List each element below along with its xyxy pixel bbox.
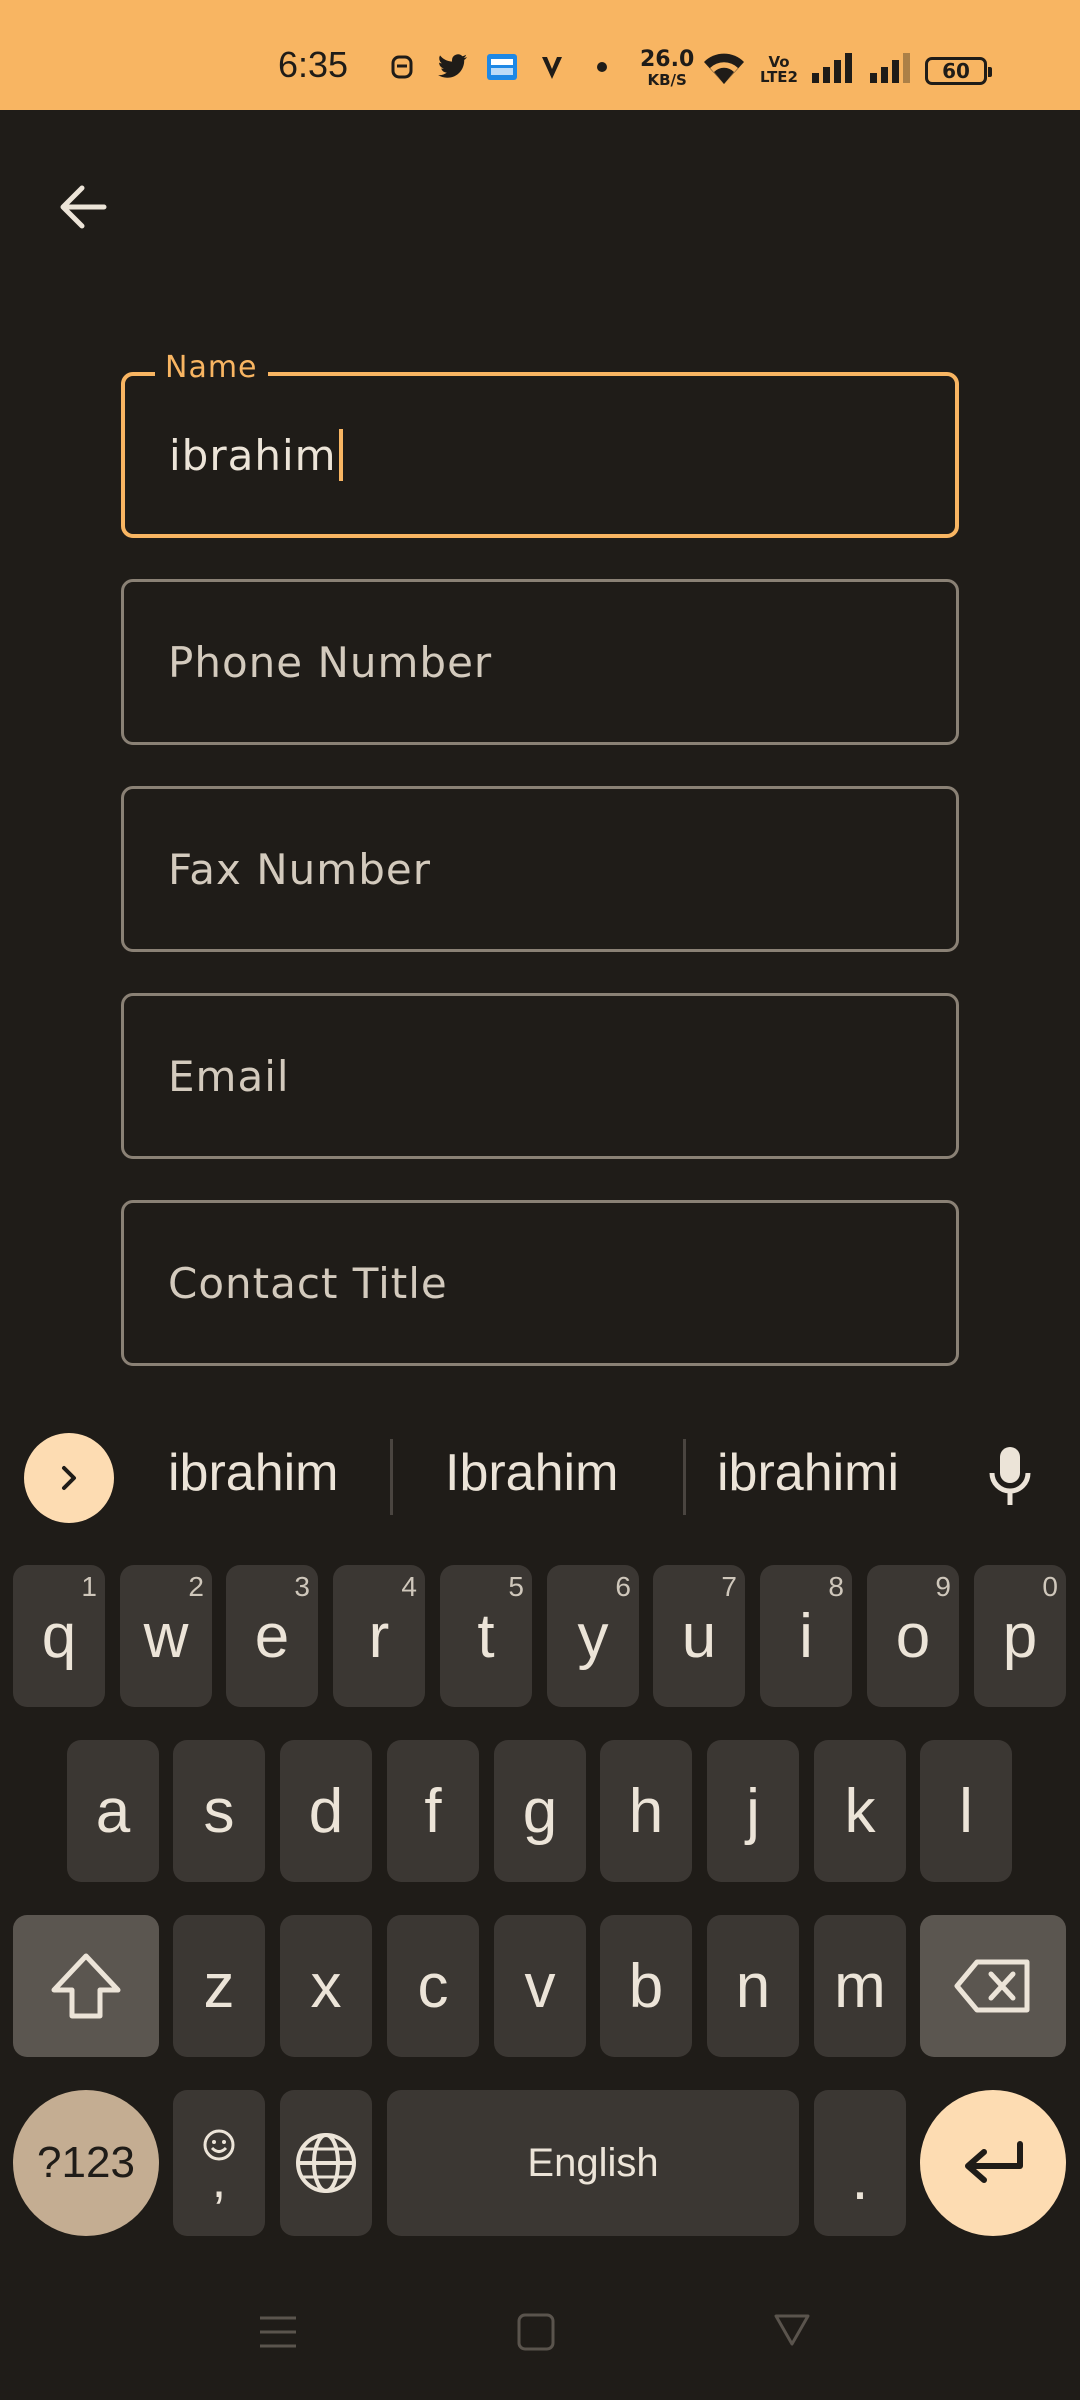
menu-lines-icon — [260, 2316, 296, 2348]
home-button[interactable] — [516, 2310, 556, 2358]
key-h[interactable]: h — [600, 1740, 692, 1882]
connectivity-icons: Vo LTE2 — [700, 50, 914, 90]
back-button[interactable] — [52, 175, 116, 239]
text-cursor — [338, 429, 343, 481]
emoji-comma-key[interactable]: , — [173, 2090, 265, 2236]
expand-toolbar-button[interactable] — [24, 1433, 114, 1523]
key-k[interactable]: k — [814, 1740, 906, 1882]
suggestion-3[interactable]: ibrahimi — [717, 1443, 899, 1503]
key-j[interactable]: j — [707, 1740, 799, 1882]
fax-number-field[interactable]: Fax Number — [121, 786, 959, 952]
signal-2-icon — [868, 51, 914, 89]
recent-apps-button[interactable] — [258, 2310, 298, 2358]
voice-input-button[interactable] — [985, 1443, 1035, 1513]
fax-number-placeholder: Fax Number — [168, 844, 431, 894]
key-w[interactable]: w2 — [120, 1565, 212, 1707]
network-speed: 26.0 KB/S — [640, 47, 695, 90]
key-z[interactable]: z — [173, 1915, 265, 2057]
key-m[interactable]: m — [814, 1915, 906, 2057]
name-field[interactable]: Name ibrahim — [121, 350, 959, 538]
language-key[interactable] — [280, 2090, 372, 2236]
key-u[interactable]: u7 — [653, 1565, 745, 1707]
suggestion-divider — [683, 1439, 686, 1515]
contact-title-placeholder: Contact Title — [168, 1258, 448, 1308]
key-q[interactable]: q1 — [13, 1565, 105, 1707]
key-o[interactable]: o9 — [867, 1565, 959, 1707]
email-placeholder: Email — [168, 1051, 290, 1101]
key-l[interactable]: l — [920, 1740, 1012, 1882]
key-d[interactable]: d — [280, 1740, 372, 1882]
key-f[interactable]: f — [387, 1740, 479, 1882]
triangle-icon — [774, 2314, 810, 2346]
key-y[interactable]: y6 — [547, 1565, 639, 1707]
period-key[interactable]: . — [814, 2090, 906, 2236]
globe-icon — [296, 2133, 356, 2193]
chevron-right-icon — [62, 1466, 76, 1490]
shift-arrow-icon — [51, 1953, 121, 2019]
square-icon — [517, 2313, 555, 2351]
suggestion-divider — [390, 1439, 393, 1515]
key-b[interactable]: b — [600, 1915, 692, 2057]
key-a[interactable]: a — [67, 1740, 159, 1882]
key-c[interactable]: c — [387, 1915, 479, 2057]
space-key[interactable]: English — [387, 2090, 799, 2236]
backspace-key[interactable] — [920, 1915, 1066, 2057]
back-nav-button[interactable] — [772, 2310, 812, 2358]
symbols-key[interactable]: ?123 — [13, 2090, 159, 2236]
notification-icons — [385, 50, 619, 84]
suggestion-bar: ibrahim Ibrahim ibrahimi — [0, 1405, 1080, 1545]
key-g[interactable]: g — [494, 1740, 586, 1882]
dot-icon — [585, 50, 619, 84]
arrow-left-icon — [60, 185, 107, 229]
battery-indicator: 60 — [925, 57, 992, 85]
contact-title-field[interactable]: Contact Title — [121, 1200, 959, 1366]
enter-key[interactable] — [920, 2090, 1066, 2236]
name-field-value: ibrahim — [169, 430, 337, 480]
key-n[interactable]: n — [707, 1915, 799, 2057]
navigation-bar — [0, 2280, 1080, 2400]
key-r[interactable]: r4 — [333, 1565, 425, 1707]
key-s[interactable]: s — [173, 1740, 265, 1882]
wifi-icon — [700, 50, 748, 90]
microphone-icon — [989, 1447, 1031, 1505]
key-e[interactable]: e3 — [226, 1565, 318, 1707]
app-notification-icon — [385, 50, 419, 84]
suggestion-1[interactable]: ibrahim — [168, 1443, 339, 1503]
signal-1-icon — [810, 51, 856, 89]
phone-number-placeholder: Phone Number — [168, 637, 493, 687]
twitter-icon — [435, 50, 469, 84]
key-x[interactable]: x — [280, 1915, 372, 2057]
suggestion-2[interactable]: Ibrahim — [445, 1443, 618, 1503]
key-v[interactable]: v — [494, 1915, 586, 2057]
keyboard: ibrahim Ibrahim ibrahimi q1 w2 e3 r4 t5 … — [0, 1405, 1080, 2400]
key-t[interactable]: t5 — [440, 1565, 532, 1707]
name-field-label: Name — [155, 350, 268, 385]
volte-indicator: Vo LTE2 — [760, 53, 798, 86]
app-logo-icon — [535, 50, 569, 84]
shift-key[interactable] — [13, 1915, 159, 2057]
phone-number-field[interactable]: Phone Number — [121, 579, 959, 745]
status-bar: 6:35 26.0 KB/S Vo LTE2 60 — [0, 0, 1080, 110]
key-i[interactable]: i8 — [760, 1565, 852, 1707]
espn-icon — [485, 50, 519, 84]
status-time: 6:35 — [278, 44, 349, 85]
email-field[interactable]: Email — [121, 993, 959, 1159]
backspace-icon — [954, 1959, 1030, 2013]
key-p[interactable]: p0 — [974, 1565, 1066, 1707]
enter-icon — [965, 2141, 1023, 2183]
